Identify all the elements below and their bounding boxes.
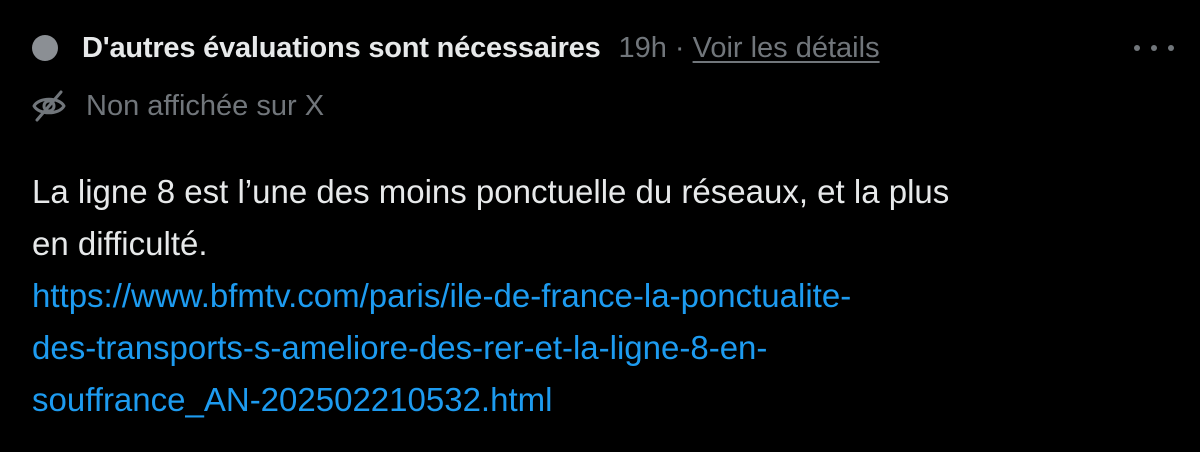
url-line: souffrance_AN-202502210532.html bbox=[32, 381, 553, 418]
more-options-button[interactable] bbox=[1134, 36, 1174, 60]
note-text-line: La ligne 8 est l’une des moins ponctuell… bbox=[32, 173, 950, 210]
source-url-link[interactable]: https://www.bfmtv.com/paris/ile-de-franc… bbox=[32, 270, 1172, 426]
eye-slash-icon bbox=[32, 90, 66, 122]
note-header: D'autres évaluations sont nécessaires 19… bbox=[32, 26, 880, 70]
more-horizontal-icon bbox=[1134, 45, 1140, 51]
note-body: La ligne 8 est l’une des moins ponctuell… bbox=[32, 166, 1172, 426]
meta-separator: · bbox=[674, 31, 685, 64]
visibility-status: Non affichée sur X bbox=[30, 84, 324, 128]
visibility-text: Non affichée sur X bbox=[86, 89, 325, 122]
community-note-card: D'autres évaluations sont nécessaires 19… bbox=[0, 0, 1200, 452]
see-details-link[interactable]: Voir les détails bbox=[693, 32, 880, 65]
note-text-line: en difficulté. bbox=[32, 225, 208, 262]
note-status-title: D'autres évaluations sont nécessaires bbox=[82, 31, 601, 64]
status-dot-icon bbox=[32, 35, 58, 61]
note-timestamp: 19h bbox=[618, 31, 667, 64]
url-line: des-transports-s-ameliore-des-rer-et-la-… bbox=[32, 329, 768, 366]
url-line: https://www.bfmtv.com/paris/ile-de-franc… bbox=[32, 277, 852, 314]
